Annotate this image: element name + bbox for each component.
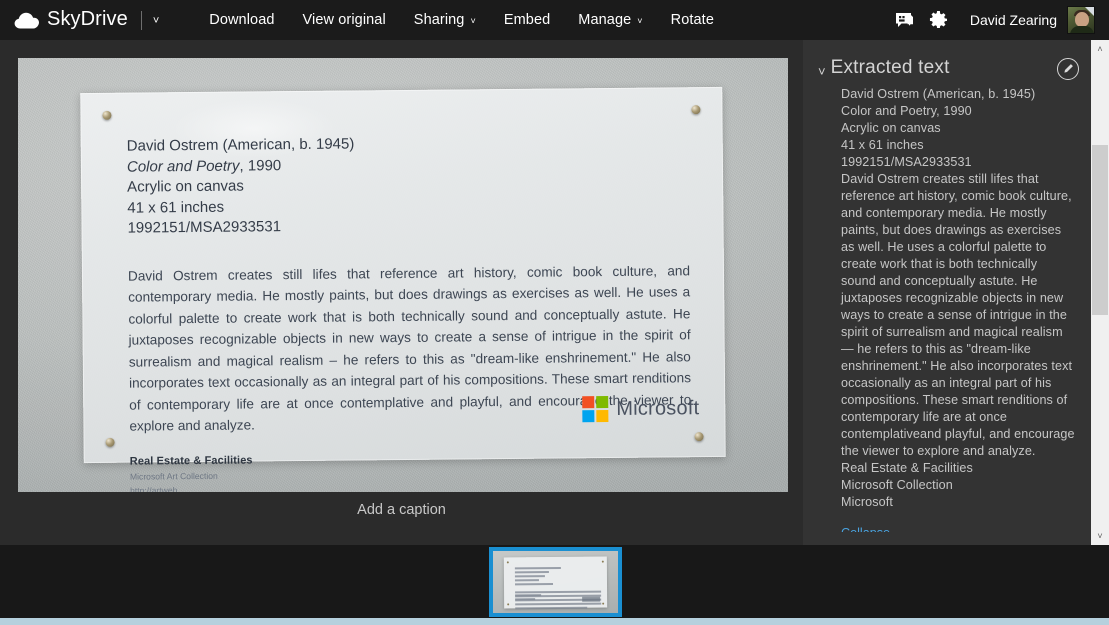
screw-top-left xyxy=(102,111,111,120)
chevron-down-icon[interactable]: ˅ xyxy=(153,16,159,27)
command-label: Download xyxy=(209,12,274,28)
edit-pencil-icon[interactable] xyxy=(1057,58,1079,80)
command-download[interactable]: Download xyxy=(195,0,288,40)
command-embed[interactable]: Embed xyxy=(490,0,564,40)
message-icon[interactable] xyxy=(888,0,922,40)
scrollbar-thumb[interactable] xyxy=(1092,145,1108,315)
command-bar: Download View original Sharing ˅ Embed M… xyxy=(195,0,728,40)
panel-scrollbar[interactable]: ˄ ˅ xyxy=(1091,40,1109,545)
avatar-shirt xyxy=(1070,26,1094,34)
thumbnail-placard xyxy=(504,557,607,609)
command-label: Embed xyxy=(504,12,550,28)
placard-footer-collection: Microsoft Art Collection xyxy=(130,466,692,481)
extracted-line-medium: Acrylic on canvas xyxy=(841,120,1075,137)
command-sharing[interactable]: Sharing ˅ xyxy=(400,0,490,40)
command-view-original[interactable]: View original xyxy=(289,0,400,40)
brand-area[interactable]: SkyDrive ˅ xyxy=(0,0,159,40)
command-manage[interactable]: Manage ˅ xyxy=(564,0,656,40)
chevron-down-icon[interactable]: ˅ xyxy=(818,65,826,78)
extracted-text-header: ˅ Extracted text xyxy=(803,40,1091,82)
photo-viewer: David Ostrem (American, b. 1945) Color a… xyxy=(0,40,803,545)
extracted-text-body: David Ostrem (American, b. 1945) Color a… xyxy=(803,82,1091,532)
gear-icon[interactable] xyxy=(922,0,956,40)
placard-heading: David Ostrem (American, b. 1945) Color a… xyxy=(127,131,690,239)
command-label: Sharing xyxy=(414,12,465,28)
extracted-line-title: Color and Poetry, 1990 xyxy=(841,103,1075,120)
screw-bottom-left xyxy=(106,438,115,447)
chevron-down-icon: ˅ xyxy=(637,16,642,26)
avatar-corner-fold xyxy=(1085,7,1094,16)
placard-footer-url: http://artweb xyxy=(130,480,692,492)
extracted-paragraph: David Ostrem creates still lifes that re… xyxy=(841,171,1075,460)
placard-title-year: , 1990 xyxy=(239,157,281,174)
cloud-icon xyxy=(14,12,40,29)
extracted-line-accession: 1992151/MSA2933531 xyxy=(841,154,1075,171)
bottom-accent-bar xyxy=(0,618,1109,625)
extracted-line-department: Real Estate & Facilities xyxy=(841,460,1075,477)
brand-name: SkyDrive xyxy=(47,9,128,29)
avatar[interactable] xyxy=(1067,6,1095,34)
photo-image[interactable]: David Ostrem (American, b. 1945) Color a… xyxy=(18,58,788,492)
add-caption-button[interactable]: Add a caption xyxy=(0,502,803,518)
placard-title: Color and Poetry xyxy=(127,157,240,175)
extracted-line-dimensions: 41 x 61 inches xyxy=(841,137,1075,154)
top-header-bar: SkyDrive ˅ Download View original Sharin… xyxy=(0,0,1109,40)
placard-content: David Ostrem (American, b. 1945) Color a… xyxy=(127,131,692,492)
thumbnail-item-selected[interactable] xyxy=(489,547,622,617)
extracted-text-panel: ˅ Extracted text David Ostrem (American,… xyxy=(803,40,1091,545)
placard-footer: Real Estate & Facilities Microsoft Art C… xyxy=(130,450,692,492)
panel-title: Extracted text xyxy=(831,57,950,79)
command-label: Manage xyxy=(578,12,631,28)
extracted-line-microsoft: Microsoft xyxy=(841,494,1075,511)
thumbnail-microsoft-logo xyxy=(582,597,600,602)
command-label: View original xyxy=(303,12,386,28)
scroll-up-arrow-icon[interactable]: ˄ xyxy=(1091,40,1109,58)
screw-top-right xyxy=(691,105,700,114)
header-right-cluster: David Zearing xyxy=(888,0,1109,40)
scroll-down-arrow-icon[interactable]: ˅ xyxy=(1091,527,1109,545)
microsoft-logo-wordmark: Microsoft xyxy=(616,397,699,421)
command-label: Rotate xyxy=(671,12,714,28)
extracted-line-collection: Microsoft Collection xyxy=(841,477,1075,494)
screw-bottom-right xyxy=(695,432,704,441)
collapse-link[interactable]: Collapse xyxy=(841,526,890,532)
thumbnail-filmstrip xyxy=(0,545,1109,618)
placard-accession: 1992151/MSA2933531 xyxy=(127,213,689,239)
extracted-line-artist: David Ostrem (American, b. 1945) xyxy=(841,86,1075,103)
chevron-down-icon: ˅ xyxy=(470,16,475,26)
command-rotate[interactable]: Rotate xyxy=(657,0,728,40)
microsoft-logo-squares xyxy=(582,396,608,422)
placard-footer-department: Real Estate & Facilities xyxy=(130,450,692,467)
brand-divider xyxy=(141,11,142,30)
microsoft-logo: Microsoft xyxy=(582,395,699,422)
username-label[interactable]: David Zearing xyxy=(956,12,1067,28)
museum-placard: David Ostrem (American, b. 1945) Color a… xyxy=(80,87,726,463)
